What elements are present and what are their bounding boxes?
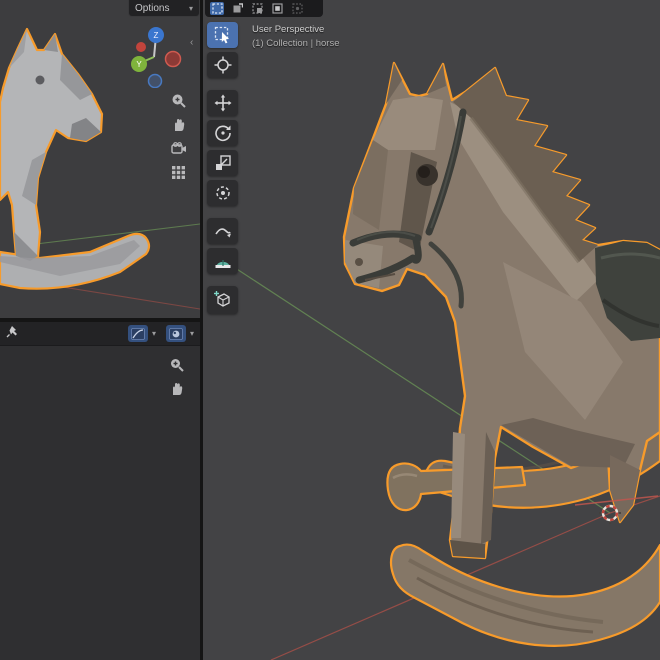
- select-mode-strip: [205, 0, 323, 17]
- gizmo-axis-x-neg: [166, 52, 181, 67]
- pan-hand-icon[interactable]: [168, 380, 185, 397]
- zoom-icon[interactable]: [168, 356, 185, 373]
- browse-image-button[interactable]: [166, 325, 186, 342]
- uv-image-editor[interactable]: ▾ ▾: [0, 322, 200, 660]
- cursor-tool[interactable]: [207, 52, 238, 78]
- svg-text:Z: Z: [154, 31, 159, 40]
- annotate-tool[interactable]: [207, 218, 238, 244]
- add-cube-tool[interactable]: [207, 286, 238, 314]
- secondary-3d-viewport[interactable]: Options ▾ Z Y: [0, 0, 200, 318]
- select-mode-intersect[interactable]: [290, 2, 304, 15]
- pan-hand-icon[interactable]: [170, 116, 187, 133]
- scene-canvas: [203, 0, 660, 660]
- gizmo-axis-z-neg: [149, 75, 162, 88]
- tool-shelf: [207, 22, 239, 314]
- svg-text:Y: Y: [136, 60, 142, 69]
- uv-editor-header: ▾ ▾: [0, 322, 200, 346]
- camera-view-icon[interactable]: [170, 140, 187, 157]
- select-mode-invert[interactable]: [270, 2, 284, 15]
- pin-icon[interactable]: [6, 325, 19, 343]
- chevron-down-icon[interactable]: ▾: [152, 329, 156, 338]
- options-dropdown[interactable]: Options ▾: [128, 0, 200, 17]
- blender-window: Options ▾ Z Y: [0, 0, 660, 660]
- uv-nav-controls: [168, 356, 185, 397]
- select-mode-extend[interactable]: [230, 2, 244, 15]
- grid-ortho-icon[interactable]: [170, 164, 187, 181]
- viewport-info-text: User Perspective (1) Collection | horse: [252, 23, 339, 51]
- chevron-down-icon[interactable]: ▾: [190, 329, 194, 338]
- rotate-tool[interactable]: [207, 120, 238, 146]
- zoom-icon[interactable]: [170, 92, 187, 109]
- options-label: Options: [135, 3, 169, 14]
- editor-type-image-button[interactable]: [128, 325, 148, 342]
- select-mode-set[interactable]: [210, 2, 224, 15]
- panel-divider-horizontal[interactable]: [0, 318, 200, 322]
- select-box-tool[interactable]: [207, 22, 238, 48]
- rocking-horse-model: [344, 63, 660, 646]
- transform-tool[interactable]: [207, 180, 238, 206]
- chevron-down-icon: ▾: [189, 4, 193, 13]
- select-mode-subtract[interactable]: [250, 2, 264, 15]
- measure-tool[interactable]: [207, 248, 238, 274]
- gizmo-axis-x: [136, 42, 146, 52]
- orbit-gizmo[interactable]: Z Y: [126, 24, 186, 88]
- view-perspective-label: User Perspective: [252, 23, 339, 37]
- main-3d-viewport[interactable]: User Perspective (1) Collection | horse: [203, 0, 660, 660]
- viewport-nav-controls: [170, 92, 187, 181]
- move-tool[interactable]: [207, 90, 238, 116]
- active-collection-label: (1) Collection | horse: [252, 37, 339, 51]
- region-collapse-arrow[interactable]: ‹: [190, 37, 193, 48]
- scale-tool[interactable]: [207, 150, 238, 176]
